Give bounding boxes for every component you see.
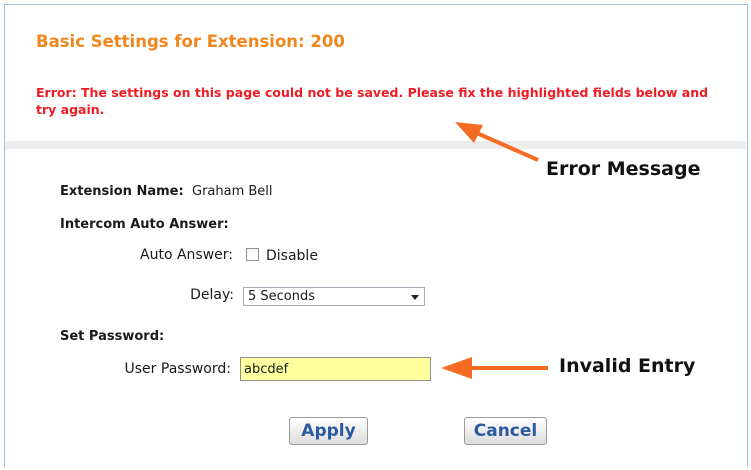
cancel-button[interactable]: Cancel bbox=[464, 417, 547, 445]
delay-select[interactable]: 5 Seconds bbox=[243, 287, 425, 306]
divider bbox=[5, 141, 746, 149]
delay-select-value: 5 Seconds bbox=[248, 289, 316, 304]
settings-panel bbox=[4, 4, 748, 467]
extension-name-label: Extension Name: bbox=[60, 184, 184, 199]
user-password-input[interactable] bbox=[240, 357, 431, 381]
set-password-heading: Set Password: bbox=[60, 329, 165, 344]
auto-answer-checkbox[interactable] bbox=[246, 248, 259, 261]
error-message: Error: The settings on this page could n… bbox=[36, 85, 709, 117]
error-message-callout: Error Message bbox=[546, 158, 701, 180]
delay-label: Delay: bbox=[190, 287, 234, 303]
extension-name-value: Graham Bell bbox=[192, 184, 273, 199]
page-title: Basic Settings for Extension: 200 bbox=[36, 32, 345, 51]
apply-button[interactable]: Apply bbox=[289, 417, 368, 445]
user-password-label: User Password: bbox=[124, 361, 231, 377]
invalid-entry-callout: Invalid Entry bbox=[559, 355, 696, 377]
intercom-heading: Intercom Auto Answer: bbox=[60, 217, 229, 232]
chevron-down-icon bbox=[411, 295, 419, 300]
auto-answer-checkbox-label[interactable]: Disable bbox=[266, 248, 318, 264]
auto-answer-label: Auto Answer: bbox=[140, 247, 233, 263]
